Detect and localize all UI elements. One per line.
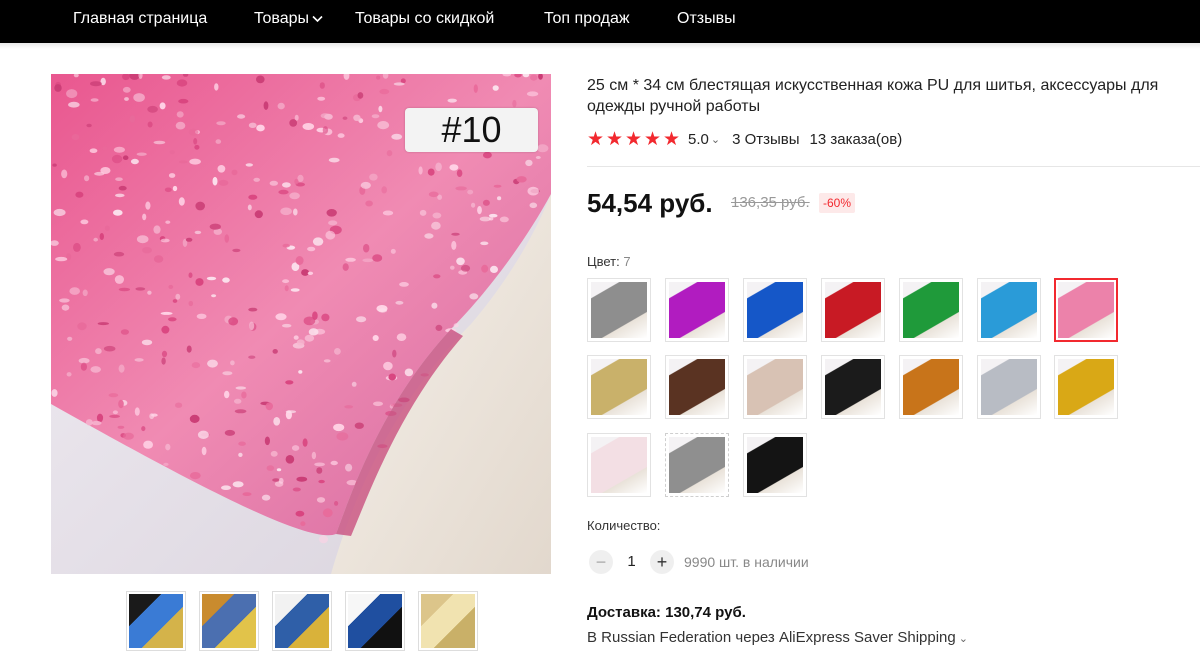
color-swatch[interactable] bbox=[1054, 355, 1118, 419]
thumbnail-strip bbox=[126, 591, 478, 651]
color-swatch[interactable] bbox=[587, 355, 651, 419]
color-swatch[interactable] bbox=[665, 433, 729, 497]
color-swatch[interactable] bbox=[899, 278, 963, 342]
main-product-image[interactable]: #10 bbox=[51, 74, 551, 574]
thumbnail-1[interactable] bbox=[126, 591, 186, 651]
divider bbox=[587, 166, 1200, 167]
nav-shadow bbox=[0, 43, 1200, 49]
thumbnail-2[interactable] bbox=[199, 591, 259, 651]
current-price: 54,54 руб. bbox=[587, 188, 713, 218]
color-swatch[interactable] bbox=[587, 278, 651, 342]
shipping-method-selector[interactable]: В Russian Federation через AliExpress Sa… bbox=[587, 629, 968, 646]
star-icon: ★ bbox=[587, 128, 605, 150]
thumbnail-5[interactable] bbox=[418, 591, 478, 651]
nav-discounted[interactable]: Товары со скидкой bbox=[355, 9, 494, 29]
quantity-increase-button[interactable]: + bbox=[650, 550, 674, 574]
image-variant-badge: #10 bbox=[405, 108, 538, 152]
swatch-preview bbox=[981, 282, 1037, 338]
nav-top-sales[interactable]: Топ продаж bbox=[544, 9, 630, 29]
swatch-preview bbox=[669, 359, 725, 415]
nav-home[interactable]: Главная страница bbox=[73, 9, 207, 29]
nav-products-label: Товары bbox=[254, 10, 310, 28]
swatch-preview bbox=[747, 282, 803, 338]
swatch-preview bbox=[903, 359, 959, 415]
star-icon: ★ bbox=[644, 128, 662, 150]
color-swatch[interactable] bbox=[743, 355, 807, 419]
nav-products[interactable]: Товары bbox=[254, 9, 323, 29]
quantity-decrease-button[interactable]: − bbox=[589, 550, 613, 574]
shipping-method-text: В Russian Federation через AliExpress Sa… bbox=[587, 629, 956, 646]
rating-row: ★ ★ ★ ★ ★ 5.0 ⌄ 3 Отзывы 13 заказа(ов) bbox=[587, 129, 902, 149]
color-swatch[interactable] bbox=[899, 355, 963, 419]
chevron-down-icon bbox=[312, 9, 323, 29]
color-swatch[interactable] bbox=[743, 433, 807, 497]
swatch-preview bbox=[669, 437, 725, 493]
swatch-preview bbox=[1058, 282, 1114, 338]
swatch-preview bbox=[1058, 359, 1114, 415]
stock-available: 9990 шт. в наличии bbox=[684, 554, 809, 570]
star-icon: ★ bbox=[606, 128, 624, 150]
star-icon: ★ bbox=[663, 128, 681, 150]
swatch-preview bbox=[825, 359, 881, 415]
swatch-preview bbox=[825, 282, 881, 338]
shipping-cost: Доставка: 130,74 руб. bbox=[587, 604, 746, 621]
color-swatch[interactable] bbox=[587, 433, 651, 497]
chevron-down-icon[interactable]: ⌄ bbox=[711, 133, 720, 146]
color-swatch[interactable] bbox=[1054, 278, 1118, 342]
discount-badge: -60% bbox=[819, 193, 856, 213]
quantity-label: Количество: bbox=[587, 518, 661, 533]
swatch-preview bbox=[747, 359, 803, 415]
product-title: 25 см * 34 см блестящая искусственная ко… bbox=[587, 77, 1159, 115]
chevron-down-icon: ⌄ bbox=[958, 633, 968, 645]
thumbnail-3[interactable] bbox=[272, 591, 332, 651]
orders-count: 13 заказа(ов) bbox=[809, 130, 903, 148]
swatch-preview bbox=[591, 437, 647, 493]
swatch-preview bbox=[669, 282, 725, 338]
color-swatch[interactable] bbox=[743, 278, 807, 342]
swatch-preview bbox=[591, 359, 647, 415]
swatch-preview bbox=[747, 437, 803, 493]
color-swatch[interactable] bbox=[977, 278, 1041, 342]
color-swatch[interactable] bbox=[665, 355, 729, 419]
top-navigation: Главная страница Товары Товары со скидко… bbox=[0, 0, 1200, 43]
color-label-text: Цвет: bbox=[587, 254, 620, 269]
thumbnail-4[interactable] bbox=[345, 591, 405, 651]
color-swatch[interactable] bbox=[977, 355, 1041, 419]
swatch-preview bbox=[591, 282, 647, 338]
rating-value[interactable]: 5.0 bbox=[688, 131, 709, 148]
swatch-preview bbox=[981, 359, 1037, 415]
swatch-preview bbox=[903, 282, 959, 338]
color-label: Цвет: 7 bbox=[587, 254, 631, 269]
color-selected-value: 7 bbox=[623, 254, 631, 269]
quantity-input[interactable] bbox=[613, 552, 650, 572]
reviews-link[interactable]: 3 Отзывы bbox=[732, 131, 799, 148]
original-price: 136,35 руб. bbox=[731, 194, 810, 211]
color-swatch[interactable] bbox=[665, 278, 729, 342]
rating-stars: ★ ★ ★ ★ ★ bbox=[587, 130, 682, 149]
color-swatch[interactable] bbox=[821, 278, 885, 342]
nav-reviews[interactable]: Отзывы bbox=[677, 9, 736, 29]
star-icon: ★ bbox=[625, 128, 643, 150]
color-swatch[interactable] bbox=[821, 355, 885, 419]
